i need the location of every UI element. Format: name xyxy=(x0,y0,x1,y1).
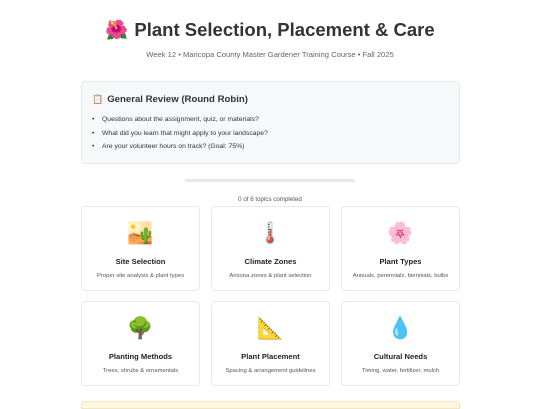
review-item: Questions about the assignment, quiz, or… xyxy=(92,113,268,127)
topic-description: Spacing & arrangement guidelines xyxy=(225,368,316,374)
triangle-ruler-icon: 📐 xyxy=(257,316,284,340)
topic-card-planting-methods[interactable]: 🌳 Planting Methods Trees, shrubs & ornam… xyxy=(81,301,200,386)
desert-icon: 🏜️ xyxy=(127,221,154,245)
water-drop-icon: 💧 xyxy=(387,316,414,340)
progress-bar xyxy=(185,179,355,182)
hibiscus-icon: 🌺 xyxy=(105,20,129,41)
topic-name: Planting Methods xyxy=(108,352,173,361)
review-list: Questions about the assignment, quiz, or… xyxy=(92,113,268,154)
review-item: What did you learn that might apply to y… xyxy=(92,127,268,141)
page-title: 🌺 Plant Selection, Placement & Care xyxy=(0,19,540,41)
topic-description: Trees, shrubs & ornamentals xyxy=(102,368,179,374)
blossom-icon: 🌸 xyxy=(387,221,414,245)
topic-name: Cultural Needs xyxy=(373,352,428,361)
topic-name: Climate Zones xyxy=(244,257,297,266)
topic-description: Arizona zones & plant selection xyxy=(229,273,312,279)
review-title: 📋 General Review (Round Robin) xyxy=(92,94,248,105)
topic-name: Site Selection xyxy=(115,257,166,266)
page-title-text: Plant Selection, Placement & Care xyxy=(134,19,435,40)
clipboard-icon: 📋 xyxy=(92,95,104,105)
review-item: Are your volunteer hours on track? (Goal… xyxy=(92,140,268,154)
topic-name: Plant Placement xyxy=(241,352,300,361)
topic-card-climate-zones[interactable]: 🌡️ Climate Zones Arizona zones & plant s… xyxy=(211,206,330,291)
topic-description: Timing, water, fertilizer, mulch xyxy=(361,368,440,374)
topic-name: Plant Types xyxy=(379,257,422,266)
thermometer-icon: 🌡️ xyxy=(257,221,284,245)
general-review-panel: 📋General Review (Round Robin) Questions … xyxy=(81,81,460,164)
page-subtitle: Week 12 • Maricopa County Master Gardene… xyxy=(146,50,394,59)
topic-description: Proper site analysis & plant types xyxy=(96,273,185,279)
topic-card-site-selection[interactable]: 🏜️ Site Selection Proper site analysis &… xyxy=(81,206,200,291)
next-section-edge xyxy=(81,401,460,409)
review-title-text: General Review (Round Robin) xyxy=(107,94,248,105)
progress-label: 0 of 6 topics completed xyxy=(238,196,302,203)
topic-card-plant-placement[interactable]: 📐 Plant Placement Spacing & arrangement … xyxy=(211,301,330,386)
topic-card-plant-types[interactable]: 🌸 Plant Types Annuals, perennials, bienn… xyxy=(341,206,460,291)
topic-description: Annuals, perennials, biennials, bulbs xyxy=(352,273,449,279)
tree-icon: 🌳 xyxy=(127,316,154,340)
topic-card-cultural-needs[interactable]: 💧 Cultural Needs Timing, water, fertiliz… xyxy=(341,301,460,386)
